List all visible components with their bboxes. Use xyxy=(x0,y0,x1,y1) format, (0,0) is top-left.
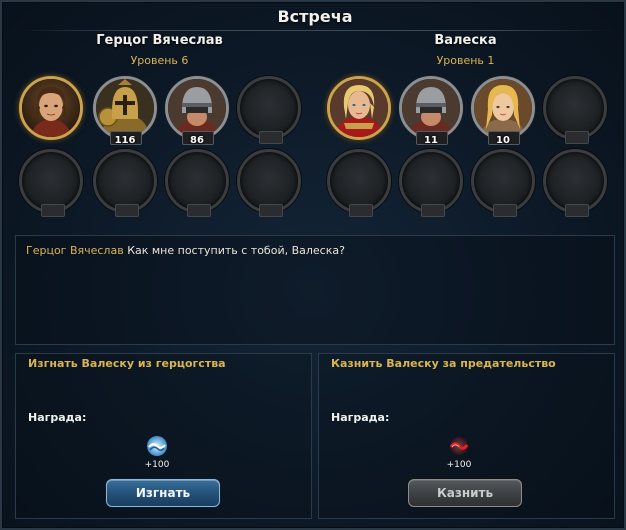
reward-label: Награда: xyxy=(28,411,87,424)
unit-count: 11 xyxy=(424,135,438,146)
right-hero-level: Уровень 1 xyxy=(436,54,495,67)
unit-count: 86 xyxy=(190,135,204,146)
slot-tab xyxy=(259,131,283,144)
reward-label: Награда: xyxy=(331,411,390,424)
encounter-window: Встреча Герцог Вячеслав Уровень 6 Валеск… xyxy=(0,0,626,530)
right-empty-slot[interactable] xyxy=(471,149,535,217)
left-empty-slot[interactable] xyxy=(237,76,301,144)
blonde-woman-red-armor-portrait-icon xyxy=(330,79,388,137)
left-empty-slot[interactable] xyxy=(237,149,301,217)
unit-count: 116 xyxy=(114,135,136,146)
choice-panel-execute: Казнить Валеску за предательство Награда… xyxy=(318,353,615,519)
slot-tab xyxy=(349,204,373,217)
right-unit-slot-2[interactable]: 10 xyxy=(471,76,535,146)
left-hero-name: Герцог Вячеслав xyxy=(96,33,223,48)
left-unit-slot-1[interactable]: 116 xyxy=(93,76,157,146)
choice-panel-exile: Изгнать Валеску из герцогства Награда: +… xyxy=(15,353,312,519)
slot-tab xyxy=(565,204,589,217)
right-empty-slot[interactable] xyxy=(327,149,391,217)
slot-tab xyxy=(41,204,65,217)
choice-title: Изгнать Валеску из герцогства xyxy=(28,357,226,370)
helmeted-soldier-portrait-icon xyxy=(168,79,226,137)
left-hero-portrait-slot[interactable] xyxy=(19,76,83,140)
left-hero-level: Уровень 6 xyxy=(130,54,189,67)
title-divider xyxy=(16,30,614,31)
right-unit-slot-1[interactable]: 11 xyxy=(399,76,463,146)
helmeted-soldier-portrait-icon xyxy=(402,79,460,137)
exile-button[interactable]: Изгнать xyxy=(106,479,220,507)
slot-tab xyxy=(259,204,283,217)
execute-button[interactable]: Казнить xyxy=(408,479,522,507)
right-hero-name: Валеска xyxy=(434,33,497,48)
reward-amount: +100 xyxy=(144,460,170,470)
slot-tab xyxy=(115,204,139,217)
reward-amount: +100 xyxy=(446,460,472,470)
slot-tab xyxy=(565,131,589,144)
dialog-line: Герцог Вячеслав Как мне поступить с тобо… xyxy=(26,244,345,257)
right-empty-slot[interactable] xyxy=(543,76,607,144)
slot-tab xyxy=(187,204,211,217)
red-swirl-icon xyxy=(449,437,469,455)
left-unit-slot-2[interactable]: 86 xyxy=(165,76,229,146)
gold-armored-knight-portrait-icon xyxy=(96,79,154,137)
unit-count: 10 xyxy=(496,135,510,146)
young-man-portrait-icon xyxy=(22,79,80,137)
window-title: Встреча xyxy=(277,7,353,26)
dialog-message: Как мне поступить с тобой, Валеска? xyxy=(127,244,345,257)
left-empty-slot[interactable] xyxy=(165,149,229,217)
slot-tab xyxy=(421,204,445,217)
left-empty-slot[interactable] xyxy=(19,149,83,217)
choice-title: Казнить Валеску за предательство xyxy=(331,357,556,370)
right-empty-slot[interactable] xyxy=(399,149,463,217)
right-empty-slot[interactable] xyxy=(543,149,607,217)
blue-swirl-icon xyxy=(147,436,167,456)
slot-tab xyxy=(493,204,517,217)
right-hero-portrait-slot[interactable] xyxy=(327,76,391,140)
dialog-speaker: Герцог Вячеслав xyxy=(26,244,124,257)
blonde-maiden-portrait-icon xyxy=(474,79,532,137)
left-empty-slot[interactable] xyxy=(93,149,157,217)
dialog-panel: Герцог Вячеслав Как мне поступить с тобо… xyxy=(15,235,615,345)
